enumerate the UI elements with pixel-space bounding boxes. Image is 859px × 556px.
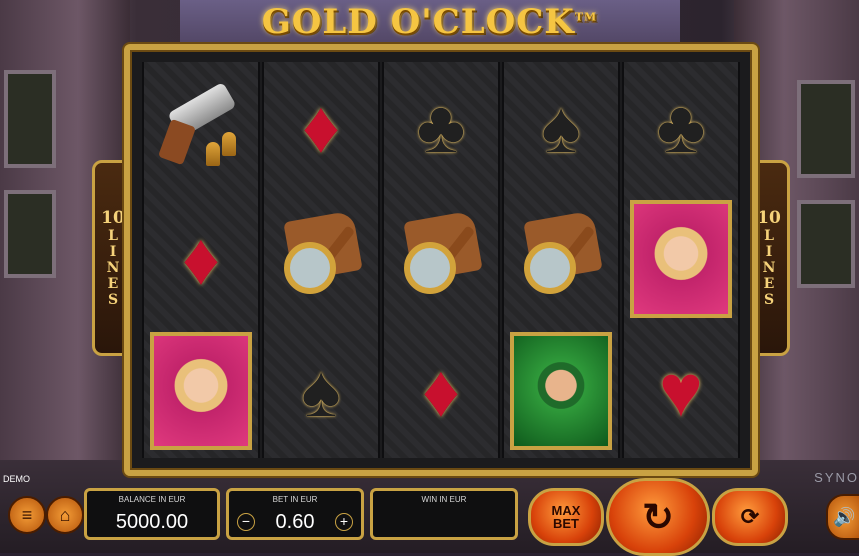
reel-cell: ♠: [506, 64, 616, 190]
reel-cell: [146, 64, 256, 190]
reel-cell: [266, 196, 376, 322]
diamond-symbol: ♦: [182, 217, 220, 300]
win-label: WIN IN EUR: [421, 495, 467, 504]
window: [797, 200, 855, 288]
max-bet-button[interactable]: MAX BET: [528, 488, 604, 546]
balance-panel: BALANCE IN EUR 5000.00: [84, 488, 220, 540]
diamond-symbol: ♦: [302, 85, 340, 168]
lady-symbol: [150, 332, 252, 450]
reel-cell: [506, 196, 616, 322]
game-logo: GOLD O'CLOCKTM: [0, 2, 859, 42]
max-bet-label: MAX BET: [551, 503, 581, 531]
reel-cell: [386, 196, 496, 322]
balance-value: 5000.00: [115, 511, 189, 533]
reel-cell: ♦: [386, 328, 496, 454]
reel-cell: ♠: [266, 328, 376, 454]
speaker-icon[interactable]: 🔊: [826, 494, 859, 540]
detective-symbol: [510, 332, 612, 450]
provider-brand: SYNO: [814, 470, 859, 485]
win-panel: WIN IN EUR: [370, 488, 518, 540]
bet-panel: BET IN EUR − 0.60 +: [226, 488, 364, 540]
revolver-symbol: [156, 81, 246, 172]
spin-button[interactable]: ↻: [606, 478, 710, 556]
demo-label: DEMO: [3, 474, 30, 484]
magnifier-symbol: [278, 210, 364, 302]
reel-cell: [146, 328, 256, 454]
autoplay-icon: ⟳: [740, 504, 760, 529]
club-symbol: ♣: [656, 85, 706, 168]
reel-5: ♣ ♥: [622, 62, 740, 458]
autoplay-button[interactable]: ⟳: [712, 488, 788, 546]
reel-cell: ♦: [146, 196, 256, 322]
reel-frame: ♦ ♦ ♠ ♣ ♦ ♠ ♣ ♥: [124, 44, 758, 476]
reel-cell: ♣: [626, 64, 736, 190]
spin-icon: ↻: [642, 496, 674, 539]
magnifier-symbol: [518, 210, 604, 302]
club-symbol: ♣: [416, 85, 466, 168]
balance-label: BALANCE IN EUR: [118, 495, 186, 504]
reel-cell: [506, 328, 616, 454]
lines-count: 10: [101, 208, 125, 228]
lady-symbol: [630, 200, 732, 318]
home-icon[interactable]: ⌂: [46, 496, 84, 534]
window: [4, 190, 56, 278]
reel-cell: ♦: [266, 64, 376, 190]
reel-cell: ♣: [386, 64, 496, 190]
reel-3: ♣ ♦: [382, 62, 500, 458]
reel-cell: ♥: [626, 328, 736, 454]
trademark: TM: [574, 10, 598, 24]
lines-count: 10: [757, 208, 781, 228]
magnifier-symbol: [398, 210, 484, 302]
hamburger-icon[interactable]: ≡: [8, 496, 46, 534]
reel-cell: [626, 196, 736, 322]
diamond-symbol: ♦: [422, 349, 460, 432]
reel-2: ♦ ♠: [262, 62, 380, 458]
game-title: GOLD O'CLOCK: [261, 2, 575, 42]
lines-word: LINES: [761, 228, 777, 308]
window: [4, 70, 56, 168]
lines-word: LINES: [105, 228, 121, 308]
reel-4: ♠: [502, 62, 620, 458]
window: [797, 80, 855, 178]
bet-label: BET IN EUR: [272, 495, 318, 504]
heart-symbol: ♥: [659, 349, 703, 432]
spade-symbol: ♠: [541, 85, 581, 168]
bet-plus-button[interactable]: +: [335, 513, 353, 531]
reel-1: ♦: [142, 62, 260, 458]
spade-symbol: ♠: [301, 349, 341, 432]
